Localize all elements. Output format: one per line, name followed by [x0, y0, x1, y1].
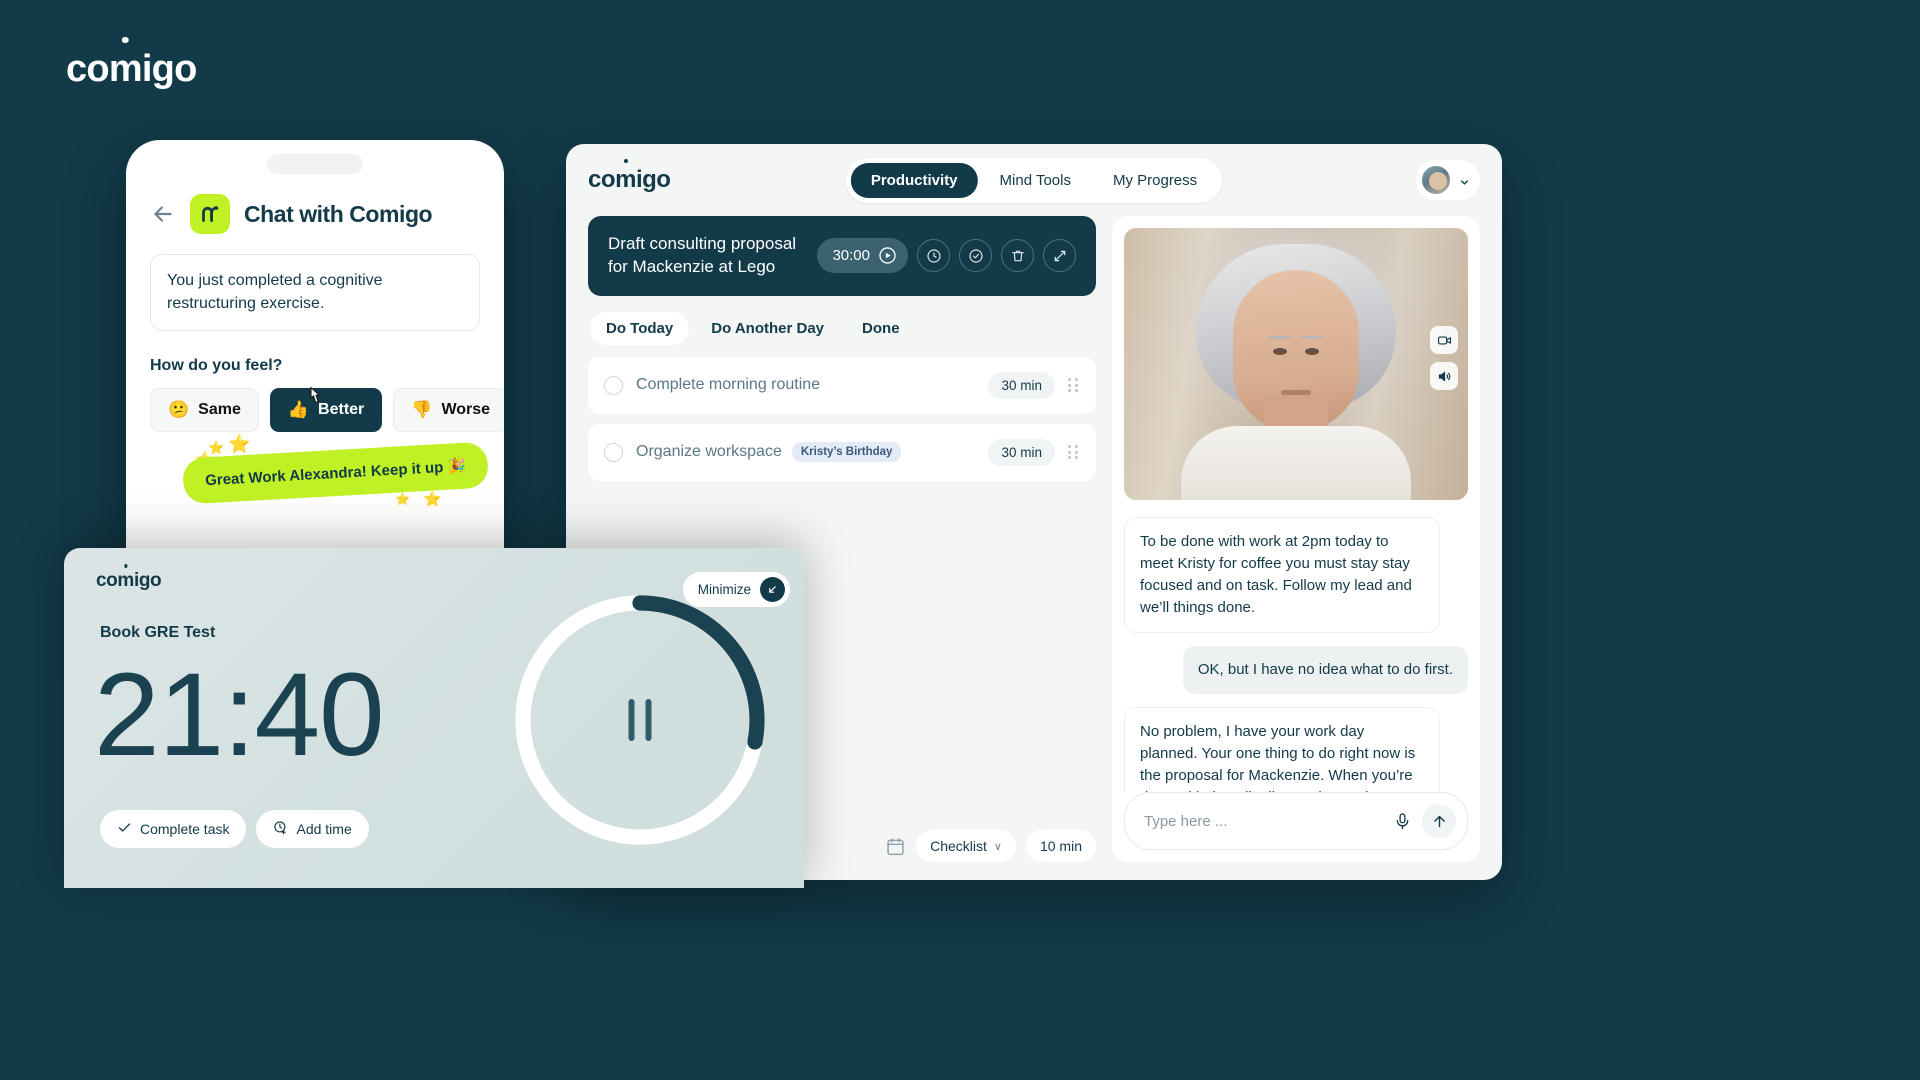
expand-icon[interactable] [1043, 239, 1076, 273]
table-row[interactable]: Complete morning routine 30 min [588, 356, 1096, 414]
feel-question-label: How do you feel? [150, 357, 283, 375]
portrait-brow [1301, 336, 1323, 340]
calendar-icon[interactable] [885, 836, 906, 857]
timer-progress-ring [510, 590, 770, 850]
feel-option-better[interactable]: 👍 Better [269, 388, 383, 433]
camera-icon[interactable] [1430, 326, 1458, 354]
complete-task-label: Complete task [140, 821, 230, 837]
dashboard-logo: comigo [588, 166, 671, 194]
sparkle-icon: ⭐ [423, 491, 442, 508]
drag-handle-icon[interactable] [1068, 445, 1080, 460]
thumbs-down-icon: 👎 [411, 400, 433, 420]
task-label: Organize workspace Kristy’s Birthday [636, 442, 975, 463]
active-task-title: Draft consulting proposal for Mackenzie … [608, 234, 797, 276]
mouse-cursor-icon [306, 385, 326, 411]
account-menu[interactable] [1416, 160, 1480, 200]
chevron-down-icon: ∨ [993, 840, 1002, 853]
task-title: Complete morning routine [636, 376, 821, 394]
portrait-eye [1273, 348, 1287, 356]
add-time-button[interactable]: Add time [256, 810, 369, 848]
filter-done[interactable]: Done [846, 312, 916, 345]
logo-text: comigo [588, 166, 671, 193]
logo-text: comigo [96, 570, 162, 591]
duration-select[interactable]: 10 min [1025, 830, 1096, 862]
chat-message-bot: To be done with work at 2pm today to mee… [1124, 517, 1441, 634]
task-tag: Kristy’s Birthday [791, 442, 902, 463]
portrait-shirt [1181, 426, 1411, 500]
dashboard-header: comigo Productivity Mind Tools My Progre… [566, 144, 1502, 216]
clock-plus-icon [273, 820, 288, 838]
chat-input[interactable]: Type here ... [1144, 813, 1383, 830]
task-banner-actions: 30:00 [817, 238, 1076, 274]
chevron-down-icon [1459, 175, 1470, 186]
focus-actions: Complete task Add time [100, 810, 369, 848]
play-icon[interactable] [878, 246, 897, 265]
check-circle-icon[interactable] [959, 239, 992, 273]
sparkle-icon: ⭐ [228, 434, 251, 454]
task-label: Complete morning routine [636, 376, 975, 394]
celebration-toast: ⭐ ⭐ ⭐ ⭐ ⭐ ⭐ Great Work Alexandra! Keep i… [181, 434, 490, 510]
feel-option-worse[interactable]: 👎 Worse [393, 388, 504, 433]
active-task-banner: Draft consulting proposal for Mackenzie … [588, 216, 1096, 296]
reschedule-clock-icon[interactable] [917, 239, 950, 273]
table-row[interactable]: Organize workspace Kristy’s Birthday 30 … [588, 423, 1096, 481]
tab-my-progress[interactable]: My Progress [1093, 163, 1217, 198]
filter-do-another-day[interactable]: Do Another Day [695, 312, 840, 345]
sparkle-icon: ⭐ [395, 492, 410, 506]
send-button[interactable] [1422, 804, 1456, 838]
task-checkbox[interactable] [604, 442, 623, 462]
add-time-label: Add time [296, 821, 352, 837]
focus-timer-window: Minimize Book GRE Test 21:40 Complete ta… [64, 548, 804, 888]
task-duration[interactable]: 30 min [988, 371, 1055, 399]
portrait-mouth [1281, 390, 1311, 396]
trash-icon[interactable] [1001, 239, 1034, 273]
focus-logo: comigo [96, 570, 162, 592]
speaker-icon[interactable] [1430, 362, 1458, 390]
portrait-brow [1269, 336, 1291, 340]
portrait-face [1181, 244, 1411, 500]
task-duration[interactable]: 30 min [988, 438, 1055, 466]
confused-face-icon: 😕 [168, 400, 190, 420]
feel-option-label: Same [198, 401, 241, 419]
task-timer-value: 30:00 [832, 247, 870, 265]
chat-composer: Type here ... [1124, 792, 1468, 850]
complete-task-button[interactable]: Complete task [100, 810, 247, 848]
page-title: Chat with Comigo [244, 200, 433, 227]
comigo-logo: comigo [66, 48, 197, 91]
task-title: Organize workspace [636, 443, 782, 461]
focus-time-remaining: 21:40 [94, 649, 385, 781]
exercise-prompt-card: You just completed a cognitive restructu… [150, 254, 480, 332]
checklist-select[interactable]: Checklist ∨ [916, 830, 1016, 862]
filter-do-today[interactable]: Do Today [590, 311, 690, 345]
checklist-label: Checklist [930, 838, 987, 854]
portrait-eye [1305, 348, 1319, 356]
logo-text: comigo [66, 48, 197, 90]
video-preview [1124, 228, 1468, 500]
task-filters: Do Today Do Another Day Done [588, 296, 1096, 357]
back-arrow-icon[interactable] [150, 201, 176, 227]
avatar [1420, 164, 1452, 196]
pause-icon[interactable] [628, 699, 652, 741]
tab-mind-tools[interactable]: Mind Tools [980, 163, 1091, 198]
chat-message-user: OK, but I have no idea what to do first. [1182, 646, 1468, 695]
microphone-icon[interactable] [1393, 812, 1412, 831]
phone-notch [267, 154, 363, 174]
check-icon [117, 820, 132, 838]
main-tabs: Productivity Mind Tools My Progress [845, 157, 1223, 203]
task-checkbox[interactable] [604, 375, 623, 395]
focus-task-title: Book GRE Test [100, 624, 216, 641]
comigo-app-icon [190, 194, 230, 234]
task-timer-control[interactable]: 30:00 [817, 238, 908, 274]
chat-message-bot: No problem, I have your work day planned… [1124, 707, 1441, 792]
chat-messages: To be done with work at 2pm today to mee… [1124, 500, 1468, 792]
coach-portrait [1124, 228, 1468, 500]
phone-header: Chat with Comigo [150, 194, 480, 234]
assistant-panel: To be done with work at 2pm today to mee… [1112, 216, 1480, 862]
video-controls [1430, 326, 1458, 390]
feel-option-same[interactable]: 😕 Same [150, 388, 259, 433]
feel-option-label: Worse [441, 401, 491, 419]
tab-productivity[interactable]: Productivity [850, 162, 978, 198]
drag-handle-icon[interactable] [1068, 378, 1080, 393]
